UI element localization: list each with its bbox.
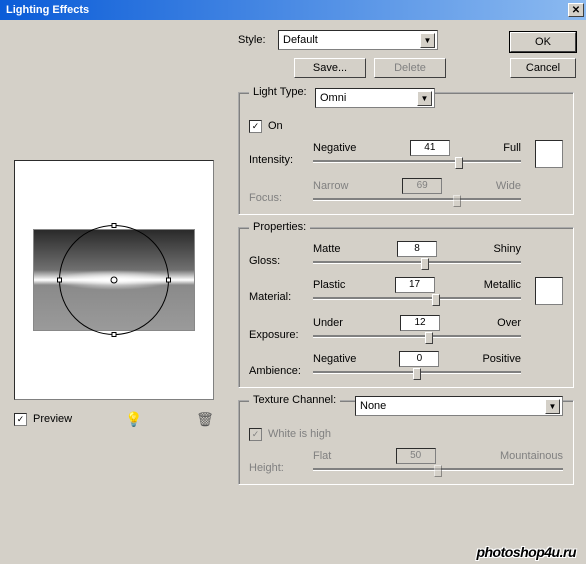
focus-slider: [313, 198, 521, 201]
properties-group: Properties: Gloss: Matte 8 Shiny Materia…: [238, 221, 574, 388]
focus-label: Focus:: [249, 178, 305, 204]
slider-thumb: [434, 465, 442, 477]
on-label: On: [268, 120, 283, 132]
height-label: Height:: [249, 448, 305, 474]
white-is-high-label: White is high: [268, 428, 331, 440]
intensity-slider[interactable]: [313, 160, 521, 163]
handle-center[interactable]: [111, 277, 118, 284]
light-type-legend: Light Type:: [249, 86, 320, 98]
handle-top[interactable]: [112, 223, 117, 228]
preview-label: Preview: [33, 413, 72, 425]
ambience-value[interactable]: 0: [399, 351, 439, 367]
texture-legend: Texture Channel:: [249, 394, 340, 406]
material-min: Plastic: [313, 279, 345, 291]
title-bar: Lighting Effects ✕: [0, 0, 586, 20]
ambience-max: Positive: [482, 353, 521, 365]
trash-icon[interactable]: 🗑: [196, 410, 214, 428]
slider-thumb[interactable]: [421, 258, 429, 270]
properties-legend: Properties:: [249, 221, 310, 233]
gloss-value[interactable]: 8: [397, 241, 437, 257]
focus-value: 69: [402, 178, 442, 194]
height-value: 50: [396, 448, 436, 464]
material-value[interactable]: 17: [395, 277, 435, 293]
slider-thumb[interactable]: [413, 368, 421, 380]
slider-thumb: [453, 195, 461, 207]
handle-bottom[interactable]: [112, 332, 117, 337]
light-type-dropdown[interactable]: Omni ▼: [315, 88, 435, 108]
material-label: Material:: [249, 277, 305, 303]
delete-button: Delete: [374, 58, 446, 78]
chevron-down-icon: ▼: [417, 91, 432, 106]
lightbulb-icon[interactable]: 💡: [125, 410, 143, 428]
white-is-high-checkbox: ✓: [249, 428, 262, 441]
gloss-min: Matte: [313, 243, 341, 255]
light-color-swatch[interactable]: [535, 140, 563, 168]
style-label: Style:: [238, 34, 270, 46]
height-slider: [313, 468, 563, 471]
handle-left[interactable]: [57, 278, 62, 283]
light-type-group: Light Type: Omni ▼ ✓ On Intensity: Negat…: [238, 86, 574, 215]
slider-thumb[interactable]: [432, 294, 440, 306]
focus-max: Wide: [496, 180, 521, 192]
texture-channel-value: None: [360, 400, 386, 412]
height-min: Flat: [313, 450, 331, 462]
window-title: Lighting Effects: [6, 4, 89, 16]
gloss-slider[interactable]: [313, 261, 521, 264]
material-max: Metallic: [484, 279, 521, 291]
texture-channel-dropdown[interactable]: None ▼: [355, 396, 563, 416]
exposure-min: Under: [313, 317, 343, 329]
style-value: Default: [283, 34, 318, 46]
handle-right[interactable]: [166, 278, 171, 283]
gloss-max: Shiny: [493, 243, 521, 255]
slider-thumb[interactable]: [425, 332, 433, 344]
light-type-value: Omni: [320, 92, 346, 104]
intensity-min: Negative: [313, 142, 356, 154]
preview-canvas[interactable]: [14, 160, 214, 400]
close-button[interactable]: ✕: [568, 3, 584, 17]
slider-thumb[interactable]: [455, 157, 463, 169]
style-dropdown[interactable]: Default ▼: [278, 30, 438, 50]
light-handle-circle[interactable]: [59, 225, 169, 335]
height-max: Mountainous: [500, 450, 563, 462]
exposure-max: Over: [497, 317, 521, 329]
ambient-color-swatch[interactable]: [535, 277, 563, 305]
chevron-down-icon: ▼: [545, 399, 560, 414]
intensity-max: Full: [503, 142, 521, 154]
ambience-min: Negative: [313, 353, 356, 365]
texture-group: Texture Channel: None ▼ ✓ White is high …: [238, 394, 574, 485]
preview-checkbox[interactable]: ✓: [14, 413, 27, 426]
intensity-value[interactable]: 41: [410, 140, 450, 156]
focus-min: Narrow: [313, 180, 348, 192]
ambience-label: Ambience:: [249, 351, 305, 377]
exposure-slider[interactable]: [313, 335, 521, 338]
watermark-text: photoshop4u.ru: [476, 544, 576, 560]
gloss-label: Gloss:: [249, 241, 305, 267]
save-button[interactable]: Save...: [294, 58, 366, 78]
ambience-slider[interactable]: [313, 371, 521, 374]
exposure-label: Exposure:: [249, 315, 305, 341]
material-slider[interactable]: [313, 297, 521, 300]
dialog-body: OK Cancel Style: Default ▼ Save... Delet…: [0, 20, 586, 564]
exposure-value[interactable]: 12: [400, 315, 440, 331]
chevron-down-icon: ▼: [420, 33, 435, 48]
intensity-label: Intensity:: [249, 140, 305, 166]
on-checkbox[interactable]: ✓: [249, 120, 262, 133]
